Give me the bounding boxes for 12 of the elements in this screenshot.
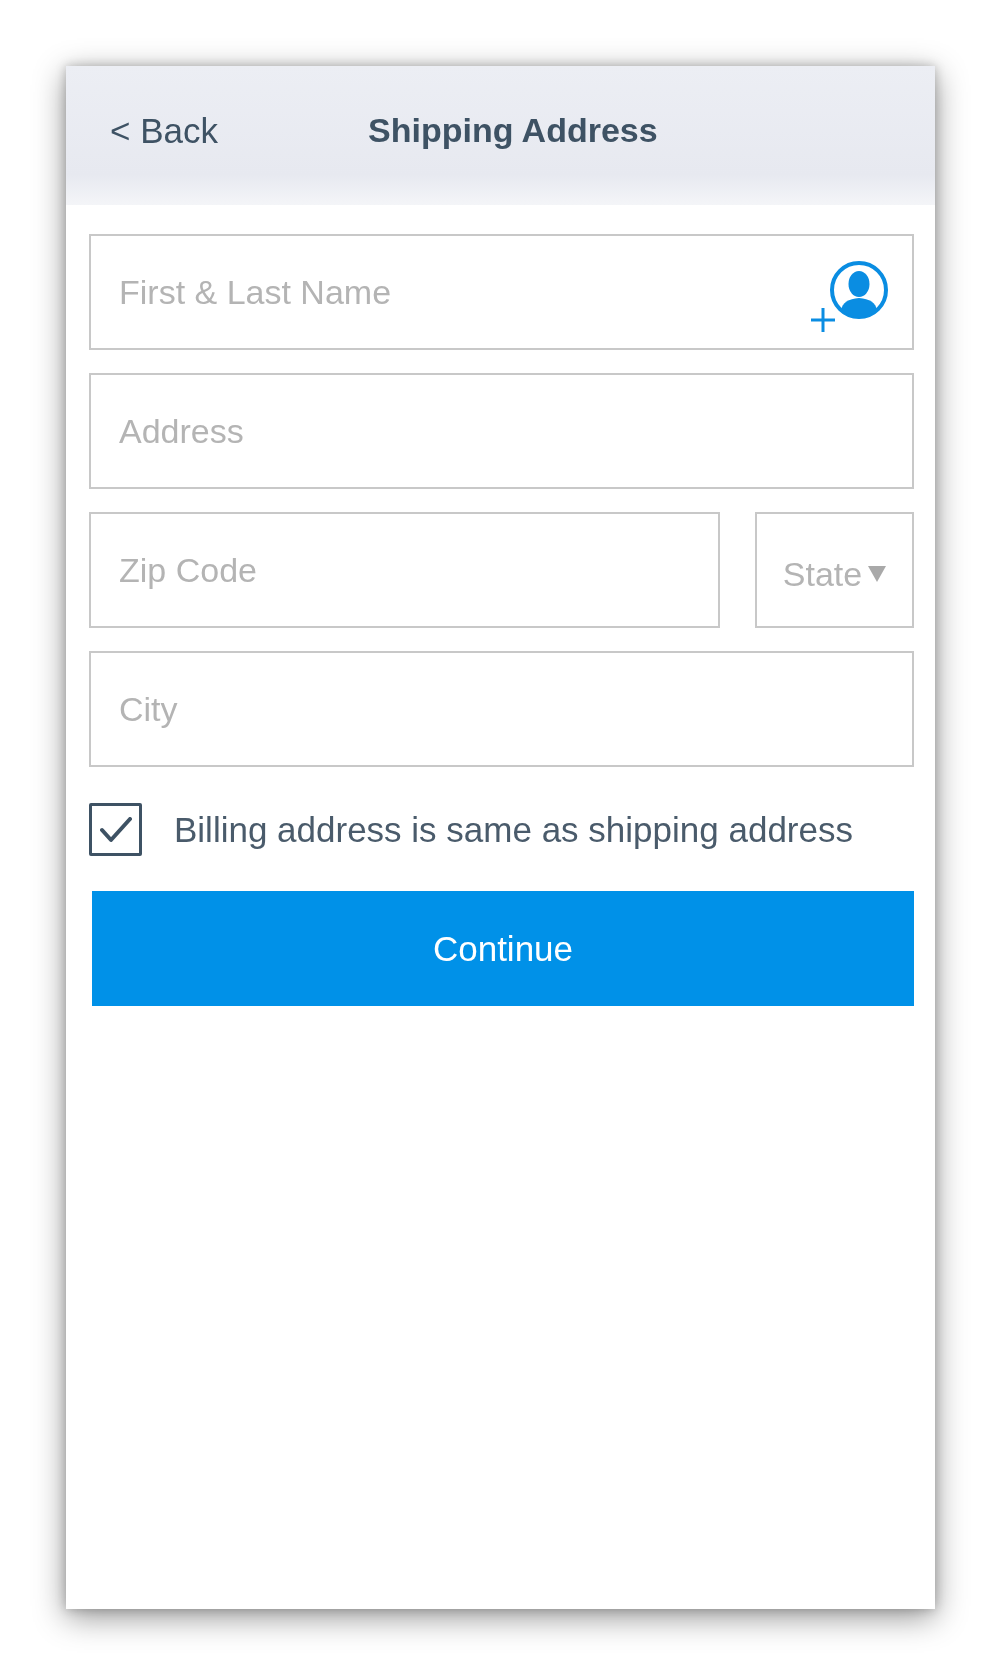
state-dropdown[interactable]: State (755, 512, 914, 628)
continue-button[interactable]: Continue (92, 891, 914, 1006)
checkbox[interactable] (89, 803, 142, 856)
checkbox-label: Billing address is same as shipping address (174, 809, 853, 850)
text-input[interactable]: City (89, 651, 914, 767)
text-input[interactable]: Zip Code (89, 512, 720, 628)
caret-icon (868, 566, 887, 582)
text-input[interactable]: Address (89, 373, 914, 489)
name-input[interactable]: First & Last Name (89, 234, 914, 350)
screen-title: Shipping Address (368, 111, 659, 150)
back-link[interactable]: < Back (110, 110, 218, 151)
checkmark-icon (99, 816, 132, 843)
